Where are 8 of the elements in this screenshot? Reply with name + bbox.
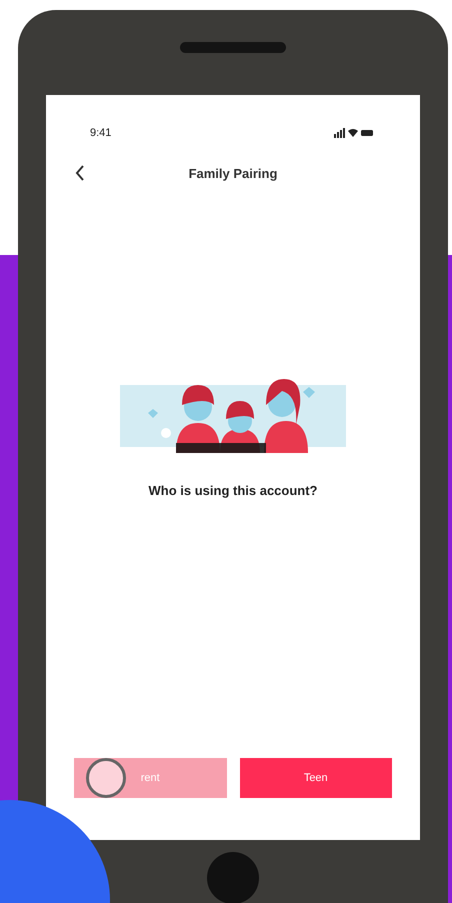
screen-title: Family Pairing [188,166,278,180]
back-icon[interactable] [74,164,86,182]
choice-button[interactable]: Teen [240,758,392,798]
status-icons [334,128,374,138]
tap-indicator [86,758,126,798]
question-text: Who is using this account? [148,483,318,498]
choice-button[interactable]: rent [74,758,226,798]
status-time: 9:41 [90,127,112,139]
